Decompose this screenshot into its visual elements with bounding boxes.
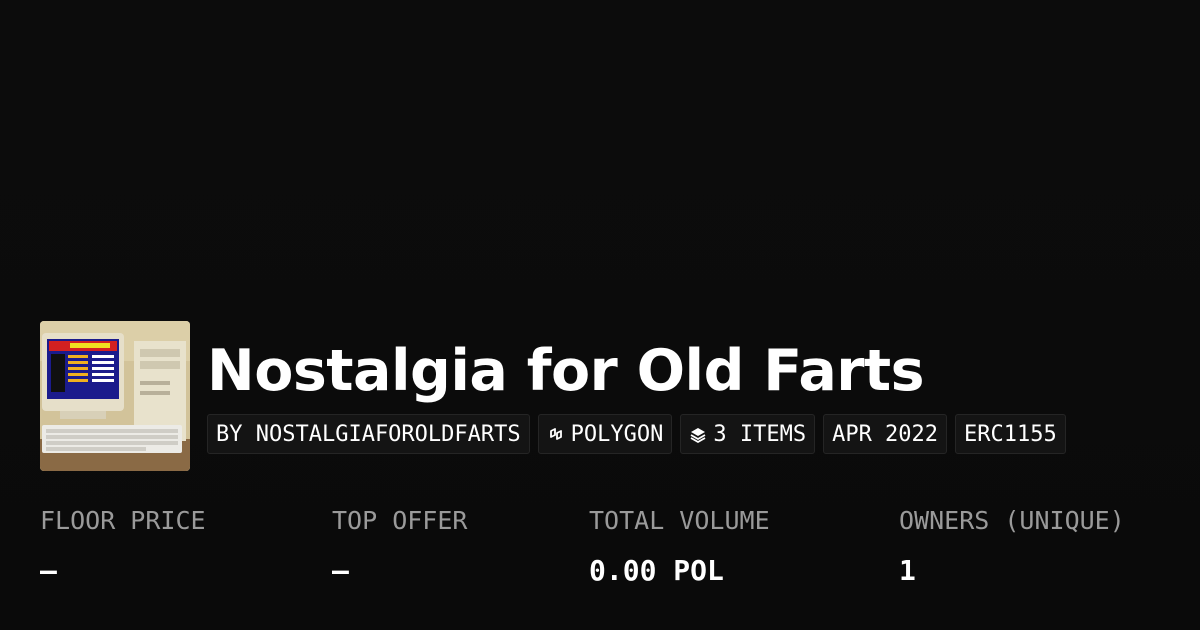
collection-title: Nostalgia for Old Farts xyxy=(207,338,925,404)
stat-floor-price-value: – xyxy=(40,554,57,587)
stat-top-offer: TOP OFFER – xyxy=(332,505,467,587)
tag-standard-label: ERC1155 xyxy=(964,421,1057,447)
collection-thumbnail xyxy=(40,321,190,471)
tag-creator-label: BY NOSTALGIAFOROLDFARTS xyxy=(216,421,521,447)
stat-floor-price: FLOOR PRICE – xyxy=(40,505,206,587)
stat-owners-value: 1 xyxy=(899,554,916,587)
tag-creator[interactable]: BY NOSTALGIAFOROLDFARTS xyxy=(207,414,530,454)
tag-chain[interactable]: POLYGON xyxy=(537,414,673,454)
title-block: Nostalgia for Old Farts BY NOSTALGIAFORO… xyxy=(207,321,1066,454)
stat-total-volume: TOTAL VOLUME 0.00 POL xyxy=(589,505,770,587)
tag-items[interactable]: 3 ITEMS xyxy=(680,414,816,454)
stat-total-volume-value: 0.00 POL xyxy=(589,554,724,587)
collection-tags: BY NOSTALGIAFOROLDFARTS POLYGON 3 ITEMS … xyxy=(207,414,1066,454)
stack-layers-icon xyxy=(689,425,707,444)
stat-floor-price-label: FLOOR PRICE xyxy=(40,506,206,535)
collection-stats: FLOOR PRICE – TOP OFFER – TOTAL VOLUME 0… xyxy=(40,505,1180,595)
polygon-chain-icon xyxy=(547,425,565,443)
stat-owners-label: OWNERS (UNIQUE) xyxy=(899,506,1125,535)
collection-header: Nostalgia for Old Farts BY NOSTALGIAFORO… xyxy=(40,321,1066,471)
tag-date-label: APR 2022 xyxy=(832,421,939,447)
stat-total-volume-label: TOTAL VOLUME xyxy=(589,506,770,535)
tag-date: APR 2022 xyxy=(823,414,948,454)
tag-standard: ERC1155 xyxy=(955,414,1066,454)
stat-owners: OWNERS (UNIQUE) 1 xyxy=(899,505,1125,587)
stat-top-offer-value: – xyxy=(332,554,349,587)
stat-top-offer-label: TOP OFFER xyxy=(332,506,468,535)
tag-items-label: 3 ITEMS xyxy=(713,421,807,447)
collection-share-card: Nostalgia for Old Farts BY NOSTALGIAFORO… xyxy=(0,0,1200,630)
tag-chain-label: POLYGON xyxy=(570,421,664,447)
